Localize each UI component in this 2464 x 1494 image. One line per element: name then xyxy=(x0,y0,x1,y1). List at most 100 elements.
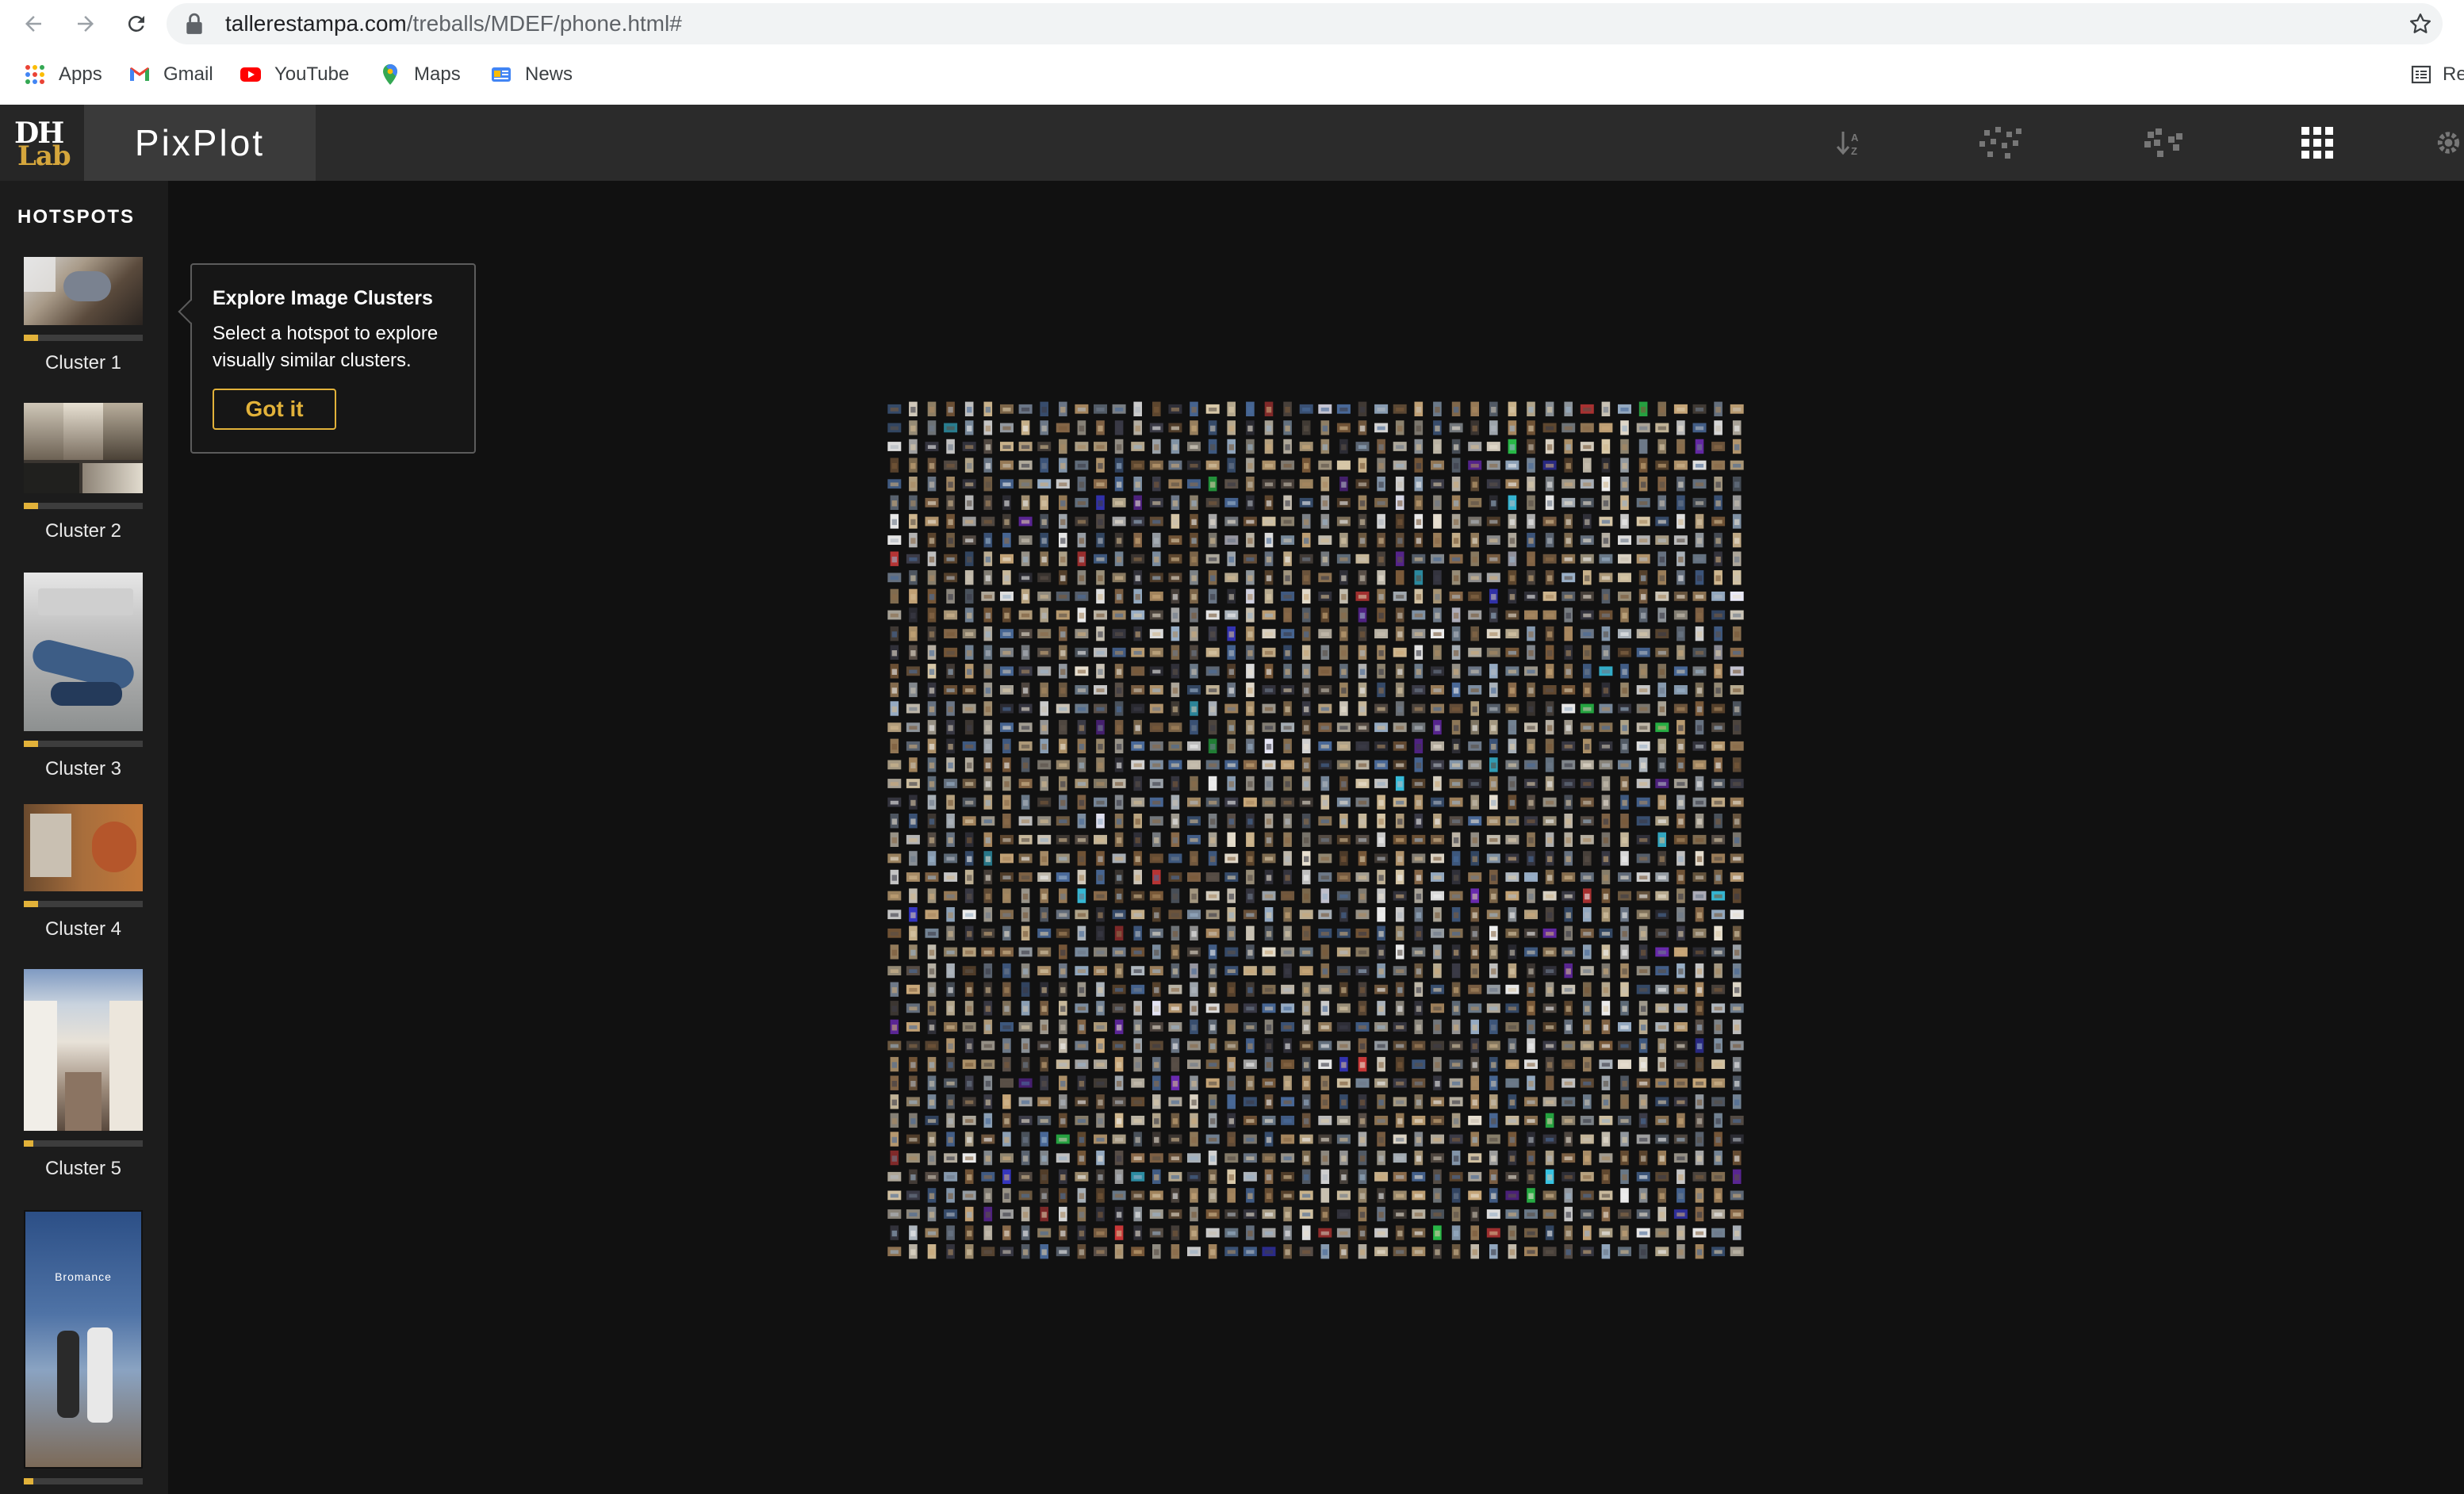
mosaic-tile[interactable] xyxy=(1393,966,1407,975)
mosaic-tile[interactable] xyxy=(1208,1038,1217,1053)
mosaic-tile[interactable] xyxy=(1131,666,1145,676)
mosaic-tile[interactable] xyxy=(1077,420,1086,435)
mosaic-tile[interactable] xyxy=(1470,851,1479,866)
mosaic-tile[interactable] xyxy=(983,1001,993,1016)
mosaic-tile[interactable] xyxy=(1732,888,1742,903)
mosaic-tile[interactable] xyxy=(1301,851,1311,866)
mosaic-tile[interactable] xyxy=(925,442,939,451)
mosaic-tile[interactable] xyxy=(1190,1075,1198,1090)
mosaic-tile[interactable] xyxy=(1414,1094,1424,1109)
mosaic-tile[interactable] xyxy=(1677,963,1685,979)
mosaic-tile[interactable] xyxy=(1208,626,1217,642)
mosaic-tile[interactable] xyxy=(1562,703,1576,714)
mosaic-tile[interactable] xyxy=(1714,869,1723,885)
mosaic-tile[interactable] xyxy=(1171,832,1180,847)
mosaic-tile[interactable] xyxy=(1468,984,1482,994)
mosaic-tile[interactable] xyxy=(1358,514,1367,529)
mosaic-tile[interactable] xyxy=(909,420,918,435)
mosaic-tile[interactable] xyxy=(1018,404,1033,414)
mosaic-tile[interactable] xyxy=(1470,1019,1479,1035)
mosaic-tile[interactable] xyxy=(1657,477,1666,492)
mosaic-tile[interactable] xyxy=(1040,1132,1048,1147)
mosaic-tile[interactable] xyxy=(1283,925,1292,940)
mosaic-tile[interactable] xyxy=(1692,834,1707,845)
mosaic-tile[interactable] xyxy=(906,722,920,733)
mosaic-tile[interactable] xyxy=(1486,1003,1500,1013)
bookmark-news[interactable]: News xyxy=(490,60,573,89)
mosaic-tile[interactable] xyxy=(1283,645,1292,660)
mosaic-tile[interactable] xyxy=(1377,664,1385,679)
mosaic-tile[interactable] xyxy=(1714,477,1723,492)
mosaic-tile[interactable] xyxy=(1433,814,1442,829)
mosaic-tile[interactable] xyxy=(890,1094,899,1109)
mosaic-tile[interactable] xyxy=(1395,570,1404,585)
mosaic-tile[interactable] xyxy=(1224,479,1239,489)
mosaic-tile[interactable] xyxy=(1692,647,1707,657)
mosaic-tile[interactable] xyxy=(1037,834,1052,845)
mosaic-tile[interactable] xyxy=(1468,647,1482,657)
mosaic-tile[interactable] xyxy=(1638,925,1648,940)
mosaic-tile[interactable] xyxy=(1002,1225,1011,1240)
mosaic-tile[interactable] xyxy=(1056,928,1070,938)
mosaic-tile[interactable] xyxy=(1508,719,1517,735)
mosaic-tile[interactable] xyxy=(1283,1038,1292,1053)
mosaic-tile[interactable] xyxy=(1692,1171,1707,1182)
mosaic-tile[interactable] xyxy=(1732,925,1742,940)
mosaic-tile[interactable] xyxy=(1000,722,1014,733)
mosaic-tile[interactable] xyxy=(1358,645,1367,660)
mosaic-tile[interactable] xyxy=(1374,1247,1389,1257)
mosaic-tile[interactable] xyxy=(927,851,937,866)
mosaic-tile[interactable] xyxy=(1599,760,1613,770)
mosaic-tile[interactable] xyxy=(1000,872,1014,882)
mosaic-tile[interactable] xyxy=(1075,647,1089,657)
mosaic-tile[interactable] xyxy=(1000,834,1014,845)
mosaic-tile[interactable] xyxy=(1190,420,1198,435)
mosaic-tile[interactable] xyxy=(983,776,993,791)
mosaic-tile[interactable] xyxy=(1620,1075,1629,1090)
mosaic-tile[interactable] xyxy=(1395,1113,1404,1128)
mosaic-tile[interactable] xyxy=(1320,1150,1330,1166)
mosaic-tile[interactable] xyxy=(1168,1209,1182,1219)
mosaic-tile[interactable] xyxy=(1599,722,1613,733)
mosaic-tile[interactable] xyxy=(1227,814,1236,829)
mosaic-tile[interactable] xyxy=(944,947,958,957)
mosaic-tile[interactable] xyxy=(1431,1209,1444,1219)
mosaic-tile[interactable] xyxy=(927,888,937,903)
mosaic-tile[interactable] xyxy=(1730,1247,1744,1257)
mosaic-tile[interactable] xyxy=(1112,984,1126,994)
mosaic-tile[interactable] xyxy=(1187,460,1201,470)
mosaic-tile[interactable] xyxy=(1149,592,1163,601)
mosaic-tile[interactable] xyxy=(1171,588,1180,604)
mosaic-tile[interactable] xyxy=(1094,703,1107,714)
mosaic-tile[interactable] xyxy=(1171,1113,1180,1128)
mosaic-tile[interactable] xyxy=(1636,629,1650,638)
mosaic-tile[interactable] xyxy=(1040,851,1048,866)
mosaic-tile[interactable] xyxy=(944,685,958,695)
mosaic-tile[interactable] xyxy=(1021,925,1030,940)
mosaic-tile[interactable] xyxy=(1355,779,1370,788)
mosaic-tile[interactable] xyxy=(1208,1150,1217,1166)
mosaic-tile[interactable] xyxy=(1374,722,1389,733)
mosaic-tile[interactable] xyxy=(1374,1022,1389,1032)
mosaic-tile[interactable] xyxy=(1374,984,1389,994)
mosaic-tile[interactable] xyxy=(1377,551,1385,566)
mosaic-tile[interactable] xyxy=(1339,851,1348,866)
mosaic-tile[interactable] xyxy=(1732,420,1742,435)
mosaic-tile[interactable] xyxy=(1414,439,1424,454)
mosaic-tile[interactable] xyxy=(1152,944,1161,960)
mosaic-tile[interactable] xyxy=(1374,1228,1389,1238)
mosaic-tile[interactable] xyxy=(1489,963,1498,979)
mosaic-tile[interactable] xyxy=(1190,1094,1198,1109)
mosaic-tile[interactable] xyxy=(1262,947,1276,957)
mosaic-tile[interactable] xyxy=(1021,1038,1030,1053)
mosaic-tile[interactable] xyxy=(890,588,899,604)
mosaic-tile[interactable] xyxy=(1171,1038,1180,1053)
mosaic-tile[interactable] xyxy=(1695,1113,1704,1128)
mosaic-tile[interactable] xyxy=(1056,592,1070,601)
mosaic-tile[interactable] xyxy=(1695,963,1704,979)
mosaic-tile[interactable] xyxy=(1224,516,1239,527)
mosaic-tile[interactable] xyxy=(1301,719,1311,735)
mosaic-tile[interactable] xyxy=(1636,984,1650,994)
mosaic-tile[interactable] xyxy=(1000,1209,1014,1219)
mosaic-tile[interactable] xyxy=(962,535,976,545)
